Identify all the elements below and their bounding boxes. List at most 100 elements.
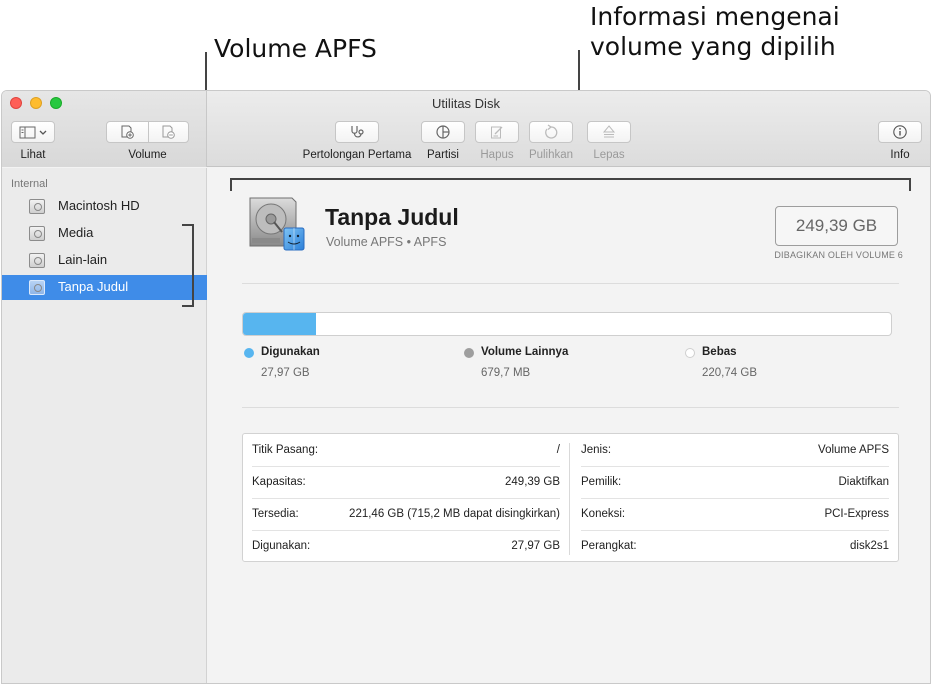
row-separator bbox=[252, 530, 560, 531]
bracket-selected-info bbox=[230, 178, 911, 180]
volume-capacity-badge: 249,39 GB bbox=[775, 206, 898, 246]
first-aid-button[interactable] bbox=[335, 121, 379, 143]
info-row-capacity: Kapasitas: 249,39 GB bbox=[252, 466, 560, 498]
unmount-label: Lepas bbox=[593, 149, 625, 161]
sidebar-item-label: Media bbox=[58, 225, 94, 240]
info-value: PCI-Express bbox=[824, 508, 889, 520]
first-aid-label: Pertolongan Pertama bbox=[302, 149, 412, 161]
row-separator bbox=[252, 466, 560, 467]
info-label: Jenis: bbox=[581, 444, 612, 456]
usage-bar bbox=[242, 312, 892, 336]
info-row-type: Jenis: Volume APFS bbox=[581, 434, 889, 466]
sidebar-item-lain-lain[interactable]: Lain-lain bbox=[2, 248, 207, 273]
erase-icon bbox=[491, 126, 503, 139]
usage-bar-used-segment bbox=[243, 313, 316, 335]
legend-dot-used bbox=[244, 348, 254, 358]
sidebar: Internal Macintosh HD Media Lain-lain Ta… bbox=[2, 168, 207, 683]
erase-button[interactable] bbox=[475, 121, 519, 143]
legend-value-other-volumes: 679,7 MB bbox=[481, 367, 531, 379]
info-value: / bbox=[556, 444, 560, 456]
sidebar-item-label: Macintosh HD bbox=[58, 198, 140, 213]
legend-name-other-volumes: Volume Lainnya bbox=[481, 346, 569, 358]
volume-name: Tanpa Judul bbox=[325, 204, 459, 230]
volume-label: Volume bbox=[128, 149, 167, 161]
bracket-sidebar-volumes bbox=[182, 224, 193, 226]
row-separator bbox=[252, 498, 560, 499]
info-value: 27,97 GB bbox=[511, 540, 560, 552]
hard-disk-icon bbox=[29, 280, 45, 295]
unmount-button[interactable] bbox=[587, 121, 631, 143]
add-volume-button[interactable] bbox=[107, 122, 148, 142]
partition-label: Partisi bbox=[427, 149, 459, 161]
restore-button[interactable] bbox=[529, 121, 573, 143]
bracket-selected-info bbox=[909, 178, 911, 191]
legend-dot-free bbox=[685, 348, 695, 358]
row-separator bbox=[581, 530, 889, 531]
partition-button[interactable] bbox=[421, 121, 465, 143]
info-label: Pemilik: bbox=[581, 476, 622, 488]
info-row-available: Tersedia: 221,46 GB (715,2 MB dapat disi… bbox=[252, 498, 560, 530]
info-icon bbox=[893, 125, 907, 139]
hard-disk-icon bbox=[29, 226, 45, 241]
info-row-connection: Koneksi: PCI-Express bbox=[581, 498, 889, 530]
bracket-sidebar-volumes bbox=[192, 224, 194, 307]
info-value: 249,39 GB bbox=[505, 476, 560, 488]
info-label: Perangkat: bbox=[581, 540, 637, 552]
sidebar-item-tanpa-judul[interactable]: Tanpa Judul bbox=[2, 275, 207, 300]
add-volume-icon bbox=[121, 125, 135, 139]
stethoscope-icon bbox=[351, 126, 364, 138]
info-value: 221,46 GB (715,2 MB dapat disingkirkan) bbox=[349, 508, 560, 520]
info-value: Volume APFS bbox=[818, 444, 889, 456]
shared-by-volumes-note: DIBAGIKAN OLEH VOLUME 6 bbox=[774, 250, 903, 260]
remove-volume-button[interactable] bbox=[148, 122, 189, 142]
sidebar-section-internal: Internal bbox=[11, 178, 48, 190]
info-row-device: Perangkat: disk2s1 bbox=[581, 530, 889, 562]
column-divider bbox=[569, 443, 570, 555]
segment-divider bbox=[148, 122, 149, 142]
divider bbox=[242, 407, 899, 408]
legend-name-used: Digunakan bbox=[261, 346, 320, 358]
info-label: Titik Pasang: bbox=[252, 444, 319, 456]
legend-value-free: 220,74 GB bbox=[702, 367, 757, 379]
info-label: Tersedia: bbox=[252, 508, 299, 520]
info-label: Digunakan: bbox=[252, 540, 311, 552]
hard-disk-icon bbox=[29, 253, 45, 268]
callout-line-2: volume yang dipilih bbox=[590, 32, 836, 61]
toolbar: Utilitas Disk Lihat Volume Pertolongan P… bbox=[2, 91, 930, 167]
partition-icon bbox=[436, 125, 450, 139]
volume-detail-pane: Tanpa Judul Volume APFS • APFS 249,39 GB… bbox=[208, 168, 930, 683]
info-row-mount-point: Titik Pasang: / bbox=[252, 434, 560, 466]
sidebar-view-icon bbox=[19, 126, 47, 139]
restore-label: Pulihkan bbox=[528, 149, 574, 161]
info-label: Info bbox=[890, 149, 910, 161]
legend-name-free: Bebas bbox=[702, 346, 737, 358]
view-button[interactable] bbox=[11, 121, 55, 143]
info-value: Diaktifkan bbox=[838, 476, 890, 488]
remove-volume-icon bbox=[162, 125, 175, 139]
restore-icon bbox=[545, 124, 558, 139]
eject-icon bbox=[602, 125, 616, 138]
callout-selected-volume-info: Informasi mengenai volume yang dipilih bbox=[590, 2, 840, 62]
info-label: Kapasitas: bbox=[252, 476, 306, 488]
sidebar-item-label: Tanpa Judul bbox=[58, 279, 129, 294]
divider bbox=[242, 283, 899, 284]
row-separator bbox=[581, 466, 889, 467]
legend-dot-other-volumes bbox=[464, 348, 474, 358]
callout-apfs-volume: Volume APFS bbox=[214, 34, 377, 63]
sidebar-item-media[interactable]: Media bbox=[2, 221, 207, 246]
sidebar-item-label: Lain-lain bbox=[58, 252, 108, 267]
window-title: Utilitas Disk bbox=[432, 96, 500, 111]
row-separator bbox=[581, 498, 889, 499]
internal-disk-icon bbox=[249, 197, 305, 251]
info-button[interactable] bbox=[878, 121, 922, 143]
volume-subtitle: Volume APFS • APFS bbox=[326, 235, 447, 249]
callout-line-1: Informasi mengenai bbox=[590, 2, 840, 31]
erase-label: Hapus bbox=[480, 149, 514, 161]
volume-segmented-control bbox=[106, 121, 189, 143]
legend-value-used: 27,97 GB bbox=[261, 367, 310, 379]
info-row-owners: Pemilik: Diaktifkan bbox=[581, 466, 889, 498]
info-row-used: Digunakan: 27,97 GB bbox=[252, 530, 560, 562]
sidebar-item-macintosh-hd[interactable]: Macintosh HD bbox=[2, 194, 207, 219]
hard-disk-icon bbox=[29, 199, 45, 214]
bracket-sidebar-volumes bbox=[182, 305, 193, 307]
